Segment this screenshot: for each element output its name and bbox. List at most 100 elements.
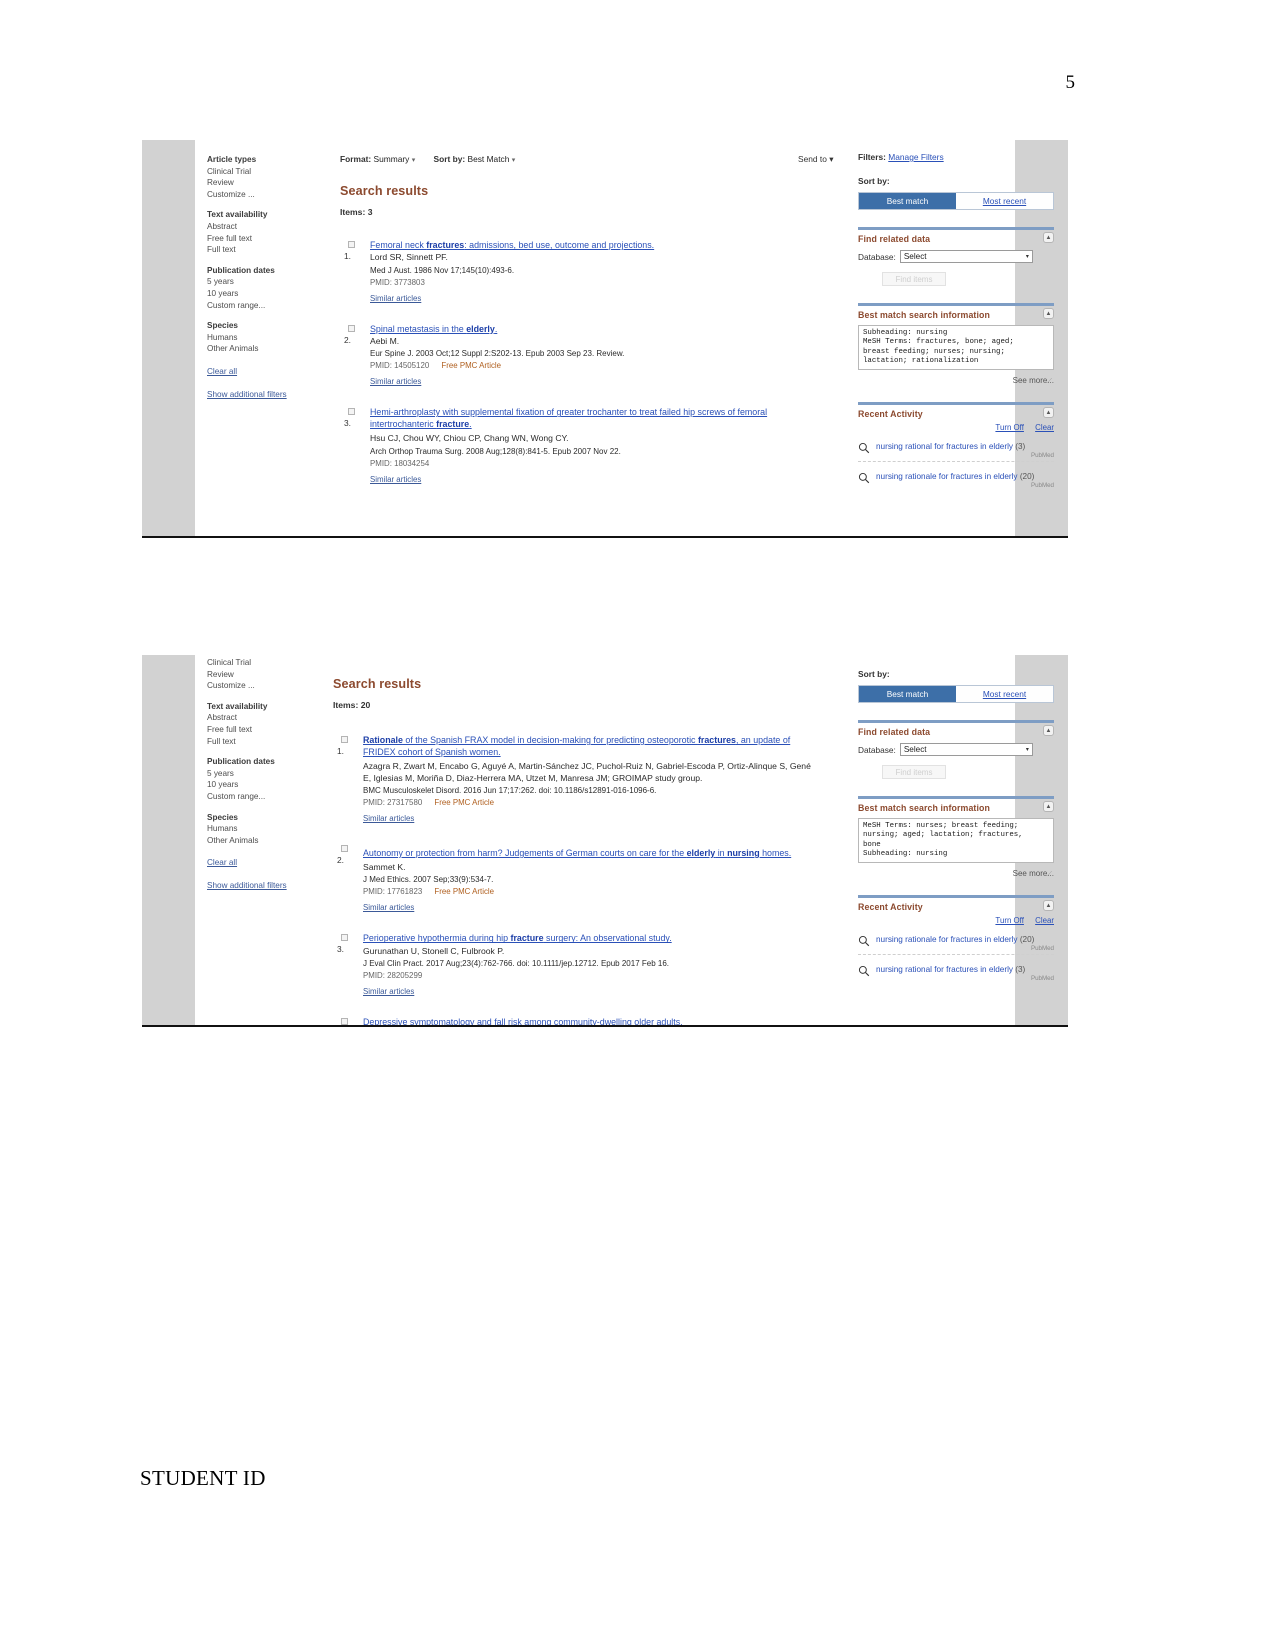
facet-item-review[interactable]: Review [207,669,347,681]
show-additional-filters-link[interactable]: Show additional filters [207,389,347,401]
sort-label: Sort by: [433,154,466,164]
find-items-button[interactable]: Find items [882,272,946,286]
resize-grip-icon[interactable]: ⟋ [1047,871,1052,879]
activity-item[interactable]: nursing rational for fractures in elderl… [858,441,1054,459]
result-checkbox[interactable] [341,1018,348,1025]
result-pmid: PMID: 18034254 [370,458,430,468]
turn-off-link[interactable]: Turn Off [995,916,1024,925]
divider [858,954,1054,955]
see-more-label[interactable]: See more... [858,869,1054,878]
facet-item-clinical-trial[interactable]: Clinical Trial [207,166,347,178]
send-to-control[interactable]: Send to ▾ [798,154,833,164]
tab-best-match[interactable]: Best match [859,686,956,702]
facet-heading: Publication dates [207,265,275,275]
collapse-icon[interactable]: ▲ [1043,407,1054,418]
facet-item-customize[interactable]: Customize ... [207,189,347,201]
result-title-link[interactable]: Perioperative hypothermia during hip fra… [363,932,795,944]
database-select[interactable]: Select ▾ [899,250,1033,263]
facet-sidebar: Clinical Trial Review Customize ... Text… [207,657,347,892]
activity-item[interactable]: nursing rationale for fractures in elder… [858,934,1054,952]
title-highlight: fractures [697,735,736,745]
facet-item-review[interactable]: Review [207,177,347,189]
result-authors: Aebi M. [370,335,400,346]
result-title-link[interactable]: Hemi-arthroplasty with supplemental fixa… [370,406,810,430]
facet-item-other-animals[interactable]: Other Animals [207,835,347,847]
manage-filters-link[interactable]: Manage Filters [888,152,943,162]
result-title-link[interactable]: Rationale of the Spanish FRAX model in d… [363,734,808,758]
facet-item-abstract[interactable]: Abstract [207,712,347,724]
similar-articles-link[interactable]: Similar articles [363,814,414,823]
clear-link[interactable]: Clear [1035,916,1054,925]
similar-articles-link[interactable]: Similar articles [363,987,414,996]
result-checkbox[interactable] [341,934,348,942]
clear-all-link[interactable]: Clear all [207,366,347,378]
result-title-link[interactable]: Depressive symptomatology and fall risk … [363,1016,795,1025]
resize-grip-icon[interactable]: ⟋ [1047,378,1052,386]
facet-item-10-years[interactable]: 10 years [207,288,347,300]
clear-all-link[interactable]: Clear all [207,857,347,869]
turn-off-link[interactable]: Turn Off [995,423,1024,432]
database-select[interactable]: Select ▾ [899,743,1033,756]
facet-item-free-full-text[interactable]: Free full text [207,233,347,245]
similar-articles-link[interactable]: Similar articles [370,294,421,303]
collapse-icon[interactable]: ▲ [1043,801,1054,812]
result-journal: Eur Spine J. 2003 Oct;12 Suppl 2:S202-13… [370,349,625,359]
result-number: 1. [344,251,351,261]
facet-item-clinical-trial[interactable]: Clinical Trial [207,657,347,669]
title-highlight: fractures [426,240,465,250]
result-checkbox[interactable] [348,241,355,248]
collapse-icon[interactable]: ▲ [1043,232,1054,243]
result-title-link[interactable]: Autonomy or protection from harm? Judgem… [363,847,811,859]
find-items-button[interactable]: Find items [882,765,946,779]
result-checkbox[interactable] [348,408,355,416]
sort-by-label: Sort by: [858,176,890,186]
facet-item-customize[interactable]: Customize ... [207,680,347,692]
result-title-link[interactable]: Spinal metastasis in the elderly. [370,323,800,335]
activity-item[interactable]: nursing rational for fractures in elderl… [858,964,1054,982]
facet-item-5-years[interactable]: 5 years [207,276,347,288]
show-additional-filters-link[interactable]: Show additional filters [207,880,347,892]
result-checkbox[interactable] [341,845,348,853]
similar-articles-link[interactable]: Similar articles [363,903,414,912]
activity-item[interactable]: nursing rationale for fractures in elder… [858,471,1054,489]
result-checkbox[interactable] [348,324,355,332]
result-checkbox[interactable] [341,736,348,743]
facet-item-custom-range[interactable]: Custom range... [207,300,347,312]
facet-item-other-animals[interactable]: Other Animals [207,343,347,355]
collapse-icon[interactable]: ▲ [1043,308,1054,319]
result-item: 3. Perioperative hypothermia during hip … [333,932,795,999]
title-text: : admissions, bed use, outcome and proje… [464,240,655,250]
database-label: Database: [858,744,896,755]
tab-best-match[interactable]: Best match [859,193,956,209]
browser-canvas: Article types Clinical Trial Review Cust… [195,140,1054,536]
facet-item-5-years[interactable]: 5 years [207,768,347,780]
facet-item-humans[interactable]: Humans [207,332,347,344]
filters-row: Filters: Manage Filters [858,152,1058,162]
tab-most-recent[interactable]: Most recent [956,686,1053,702]
activity-source: PubMed [1030,482,1054,489]
filters-label: Filters: [858,152,886,162]
best-match-textarea[interactable]: Subheading: nursing MeSH Terms: fracture… [858,325,1054,370]
facet-item-free-full-text[interactable]: Free full text [207,724,347,736]
result-title-link[interactable]: Femoral neck fractures: admissions, bed … [370,239,800,251]
facet-item-custom-range[interactable]: Custom range... [207,791,347,803]
facet-item-full-text[interactable]: Full text [207,244,347,256]
format-control[interactable]: Format: Summary ▾ [340,154,418,164]
clear-link[interactable]: Clear [1035,423,1054,432]
result-pmid: PMID: 28205299 [363,971,423,981]
activity-source: PubMed [1030,975,1054,982]
tab-most-recent[interactable]: Most recent [956,193,1053,209]
similar-articles-link[interactable]: Similar articles [370,377,421,386]
facet-item-10-years[interactable]: 10 years [207,779,347,791]
best-match-textarea[interactable]: MeSH Terms: nurses; breast feeding; nurs… [858,818,1054,863]
sort-control[interactable]: Sort by: Best Match ▾ [434,154,516,164]
result-number: 3. [337,944,344,955]
facet-item-full-text[interactable]: Full text [207,736,347,748]
facet-item-humans[interactable]: Humans [207,823,347,835]
similar-articles-link[interactable]: Similar articles [370,475,421,484]
collapse-icon[interactable]: ▲ [1043,725,1054,736]
see-more-label[interactable]: See more... [858,376,1054,385]
facet-item-abstract[interactable]: Abstract [207,221,347,233]
database-row: Database: Select ▾ [858,743,1054,756]
collapse-icon[interactable]: ▲ [1043,900,1054,911]
